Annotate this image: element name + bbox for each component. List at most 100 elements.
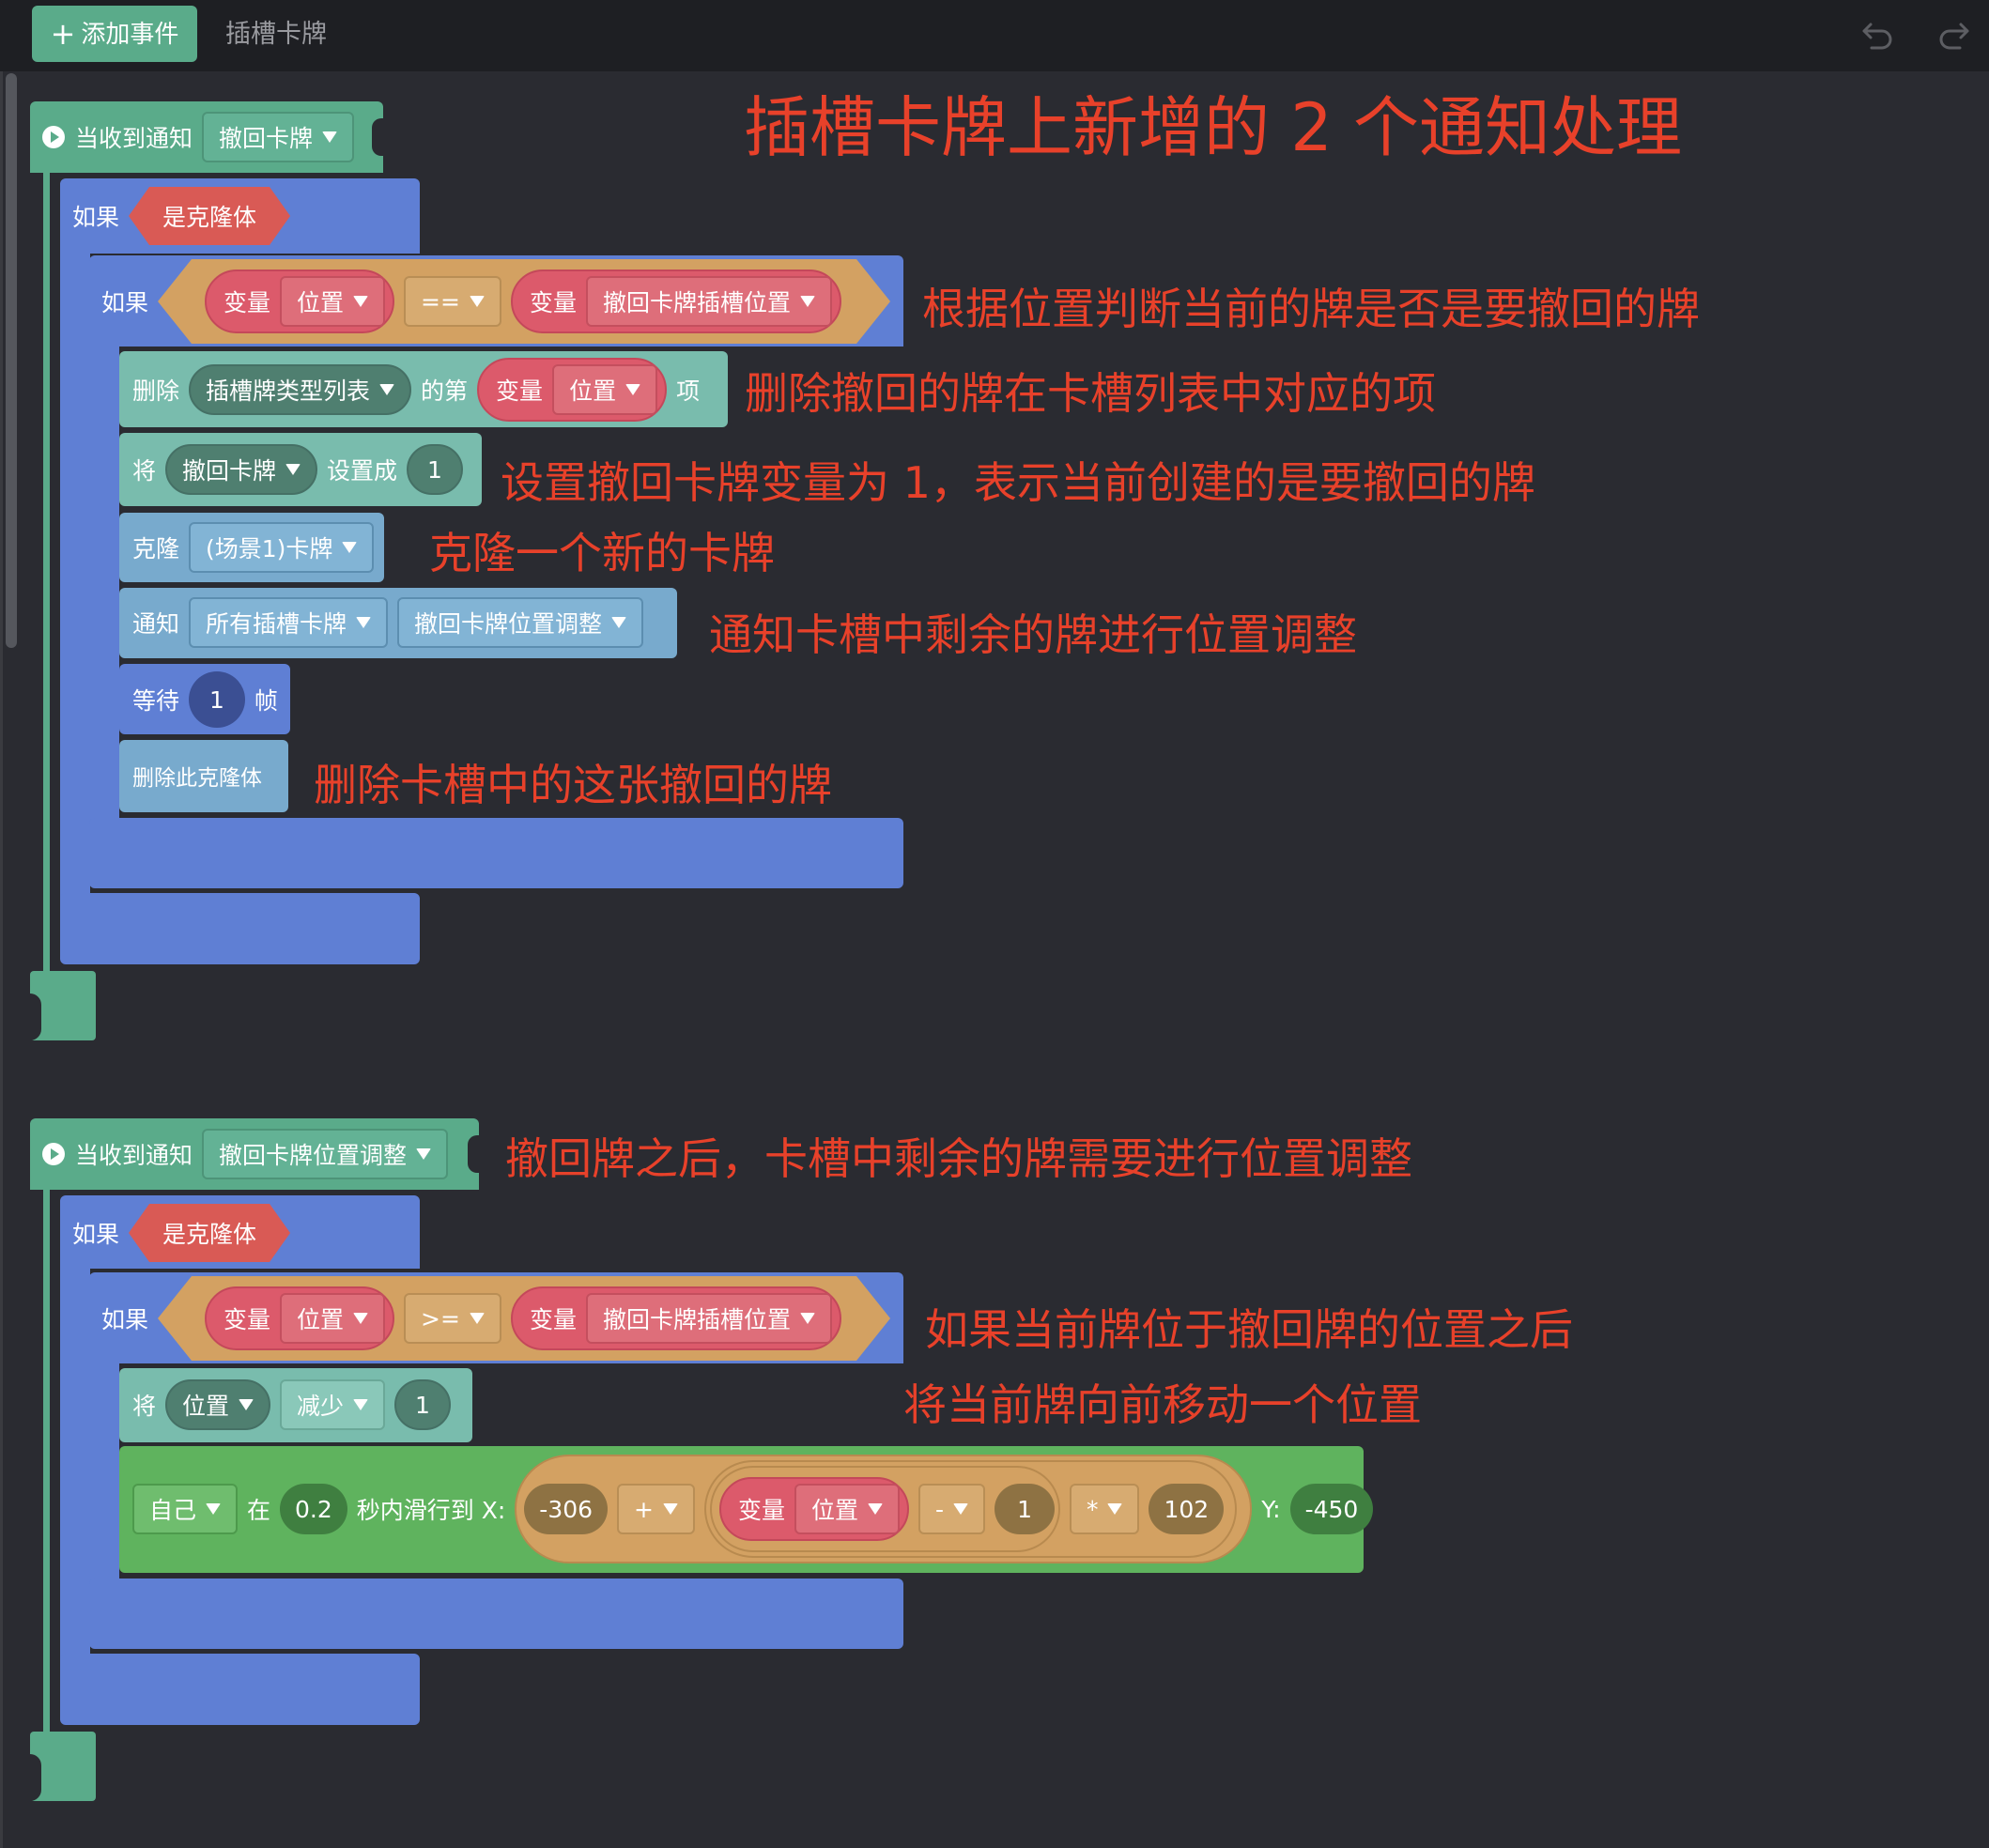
- hat-notch: [372, 118, 387, 156]
- variable-dropdown[interactable]: 位置: [280, 1293, 385, 1344]
- variable-dropdown[interactable]: 撤回卡牌插槽位置: [586, 1293, 832, 1344]
- greater-equal-condition[interactable]: 变量 位置 >= 变量 撤回卡牌插槽位置: [158, 1276, 890, 1361]
- clone-label: 克隆: [132, 535, 180, 562]
- operator-dropdown[interactable]: *: [1069, 1484, 1140, 1534]
- variable-dropdown[interactable]: 位置: [165, 1379, 271, 1430]
- if-outer-arm: [60, 1266, 90, 1660]
- event-spine: [43, 171, 50, 978]
- vertical-scrollbar[interactable]: [6, 73, 17, 648]
- variable-dropdown[interactable]: 位置: [280, 276, 385, 327]
- notify-label: 通知: [132, 610, 180, 638]
- add-event-label: 添加事件: [81, 21, 179, 49]
- variable-reporter[interactable]: 变量 撤回卡牌插槽位置: [511, 270, 841, 333]
- glide-target-dropdown[interactable]: 自己: [132, 1484, 239, 1534]
- if-inner-footer: [89, 1578, 903, 1649]
- undo-icon[interactable]: [1859, 17, 1897, 54]
- operator-value: ==: [421, 287, 460, 316]
- workspace-edge: [0, 71, 3, 1848]
- item-label: 项: [676, 377, 701, 405]
- sprite-tab-title[interactable]: 插槽卡牌: [225, 0, 327, 71]
- notify-message-value: 撤回卡牌位置调整: [414, 610, 603, 638]
- if-outer-arm: [60, 250, 90, 907]
- multiply-value-input[interactable]: 102: [1149, 1484, 1225, 1534]
- x-base-input[interactable]: -306: [524, 1484, 609, 1534]
- if-outer-row: 如果 是克隆体: [72, 1203, 290, 1263]
- if-inner-arm: [89, 1360, 119, 1585]
- annotation-delete-item: 删除撤回的牌在卡槽列表中对应的项: [745, 368, 1436, 419]
- operator-dropdown[interactable]: +: [617, 1484, 695, 1534]
- chevron-down-icon: [322, 131, 338, 143]
- hat-row: 当收到通知 撤回卡牌位置调整: [41, 1129, 449, 1179]
- hat-row: 当收到通知 撤回卡牌: [41, 112, 355, 162]
- variable-label: 变量: [496, 377, 544, 405]
- variable-reporter[interactable]: 变量 位置: [205, 270, 394, 333]
- variable-reporter[interactable]: 变量 撤回卡牌插槽位置: [511, 1286, 841, 1350]
- message-value: 撤回卡牌位置调整: [219, 1142, 408, 1169]
- multiply-operator[interactable]: 变量 位置 - 1 * 102: [704, 1460, 1238, 1558]
- variable-label: 变量: [224, 289, 271, 316]
- variable-dropdown[interactable]: 位置: [552, 364, 658, 415]
- list-dropdown[interactable]: 插槽牌类型列表: [189, 364, 412, 415]
- play-circle-icon: [42, 126, 65, 148]
- chevron-down-icon: [353, 296, 368, 307]
- annotation-notify: 通知卡槽中剩余的牌进行位置调整: [709, 609, 1357, 660]
- event-end-cap: [28, 1732, 96, 1801]
- notify-target-value: 所有插槽卡牌: [206, 610, 347, 638]
- subtract-value-input[interactable]: 1: [994, 1484, 1055, 1534]
- equals-condition[interactable]: 变量 位置 == 变量 撤回卡牌插槽位置: [158, 259, 890, 344]
- wait-value-input[interactable]: 1: [189, 671, 245, 728]
- operator-dropdown[interactable]: >=: [404, 1293, 501, 1344]
- chevron-down-icon: [470, 296, 485, 307]
- add-operator[interactable]: -306 + 变量 位置 - 1 * 102: [515, 1455, 1253, 1563]
- annotation-adjust: 撤回牌之后，卡槽中剩余的牌需要进行位置调整: [505, 1133, 1412, 1184]
- message-dropdown[interactable]: 撤回卡牌: [202, 112, 355, 162]
- notify-target-dropdown[interactable]: 所有插槽卡牌: [189, 597, 389, 648]
- glide-label: 秒内滑行到 X:: [356, 1497, 506, 1524]
- message-dropdown[interactable]: 撤回卡牌位置调整: [202, 1129, 449, 1179]
- variable-dropdown[interactable]: 位置: [794, 1484, 901, 1534]
- operator-dropdown[interactable]: -: [918, 1484, 986, 1534]
- clone-row: 克隆 (场景1)卡牌: [132, 522, 375, 573]
- clone-target-value: (场景1)卡牌: [206, 535, 333, 562]
- variable-reporter[interactable]: 变量 位置: [719, 1477, 910, 1541]
- if-label: 如果: [72, 204, 120, 231]
- add-event-button[interactable]: + 添加事件: [32, 6, 197, 62]
- chevron-down-icon: [206, 1503, 222, 1515]
- if-label: 如果: [72, 1221, 120, 1248]
- is-clone-condition[interactable]: 是克隆体: [129, 1204, 290, 1262]
- variable-reporter[interactable]: 变量 位置: [205, 1286, 394, 1350]
- variable-reporter[interactable]: 变量 位置: [477, 358, 668, 422]
- value-input[interactable]: 1: [407, 444, 463, 495]
- seconds-input[interactable]: 0.2: [280, 1484, 347, 1534]
- variable-dropdown[interactable]: 撤回卡牌: [165, 444, 318, 495]
- delete-clone-label: 删除此克隆体: [132, 766, 262, 791]
- annotation-condition-after: 如果当前牌位于撤回牌的位置之后: [925, 1304, 1573, 1355]
- notify-message-dropdown[interactable]: 撤回卡牌位置调整: [397, 597, 644, 648]
- y-value-input[interactable]: -450: [1289, 1484, 1374, 1534]
- variable-label: 变量: [738, 1497, 786, 1524]
- play-circle-icon: [42, 1143, 65, 1165]
- chevron-down-icon: [611, 617, 627, 628]
- if-inner-row: 如果 变量 位置 == 变量 撤回卡牌插槽位置: [101, 259, 890, 344]
- wait-unit-label: 帧: [254, 687, 278, 715]
- mode-dropdown[interactable]: 减少: [280, 1379, 386, 1430]
- variable-dropdown[interactable]: 撤回卡牌插槽位置: [586, 276, 832, 327]
- subtract-operator[interactable]: 变量 位置 - 1: [710, 1466, 1060, 1552]
- variable-label: 变量: [529, 289, 577, 316]
- is-clone-condition[interactable]: 是克隆体: [129, 187, 290, 245]
- event-end-cap: [28, 971, 96, 1040]
- event-spine: [43, 1187, 50, 1741]
- of-label: 的第: [421, 377, 469, 405]
- chevron-down-icon: [1107, 1503, 1123, 1515]
- annotation-delete-clone: 删除卡槽中的这张撤回的牌: [314, 760, 832, 810]
- is-clone-label: 是克隆体: [162, 1221, 257, 1248]
- value-input[interactable]: 1: [394, 1379, 451, 1430]
- if-inner-footer: [89, 818, 903, 888]
- chevron-down-icon: [239, 1399, 254, 1410]
- chevron-down-icon: [416, 1148, 432, 1160]
- redo-icon[interactable]: [1935, 17, 1972, 54]
- chevron-down-icon: [353, 1313, 368, 1324]
- operator-dropdown[interactable]: ==: [404, 276, 501, 327]
- wait-row: 等待 1 帧: [132, 670, 278, 729]
- clone-target-dropdown[interactable]: (场景1)卡牌: [189, 522, 375, 573]
